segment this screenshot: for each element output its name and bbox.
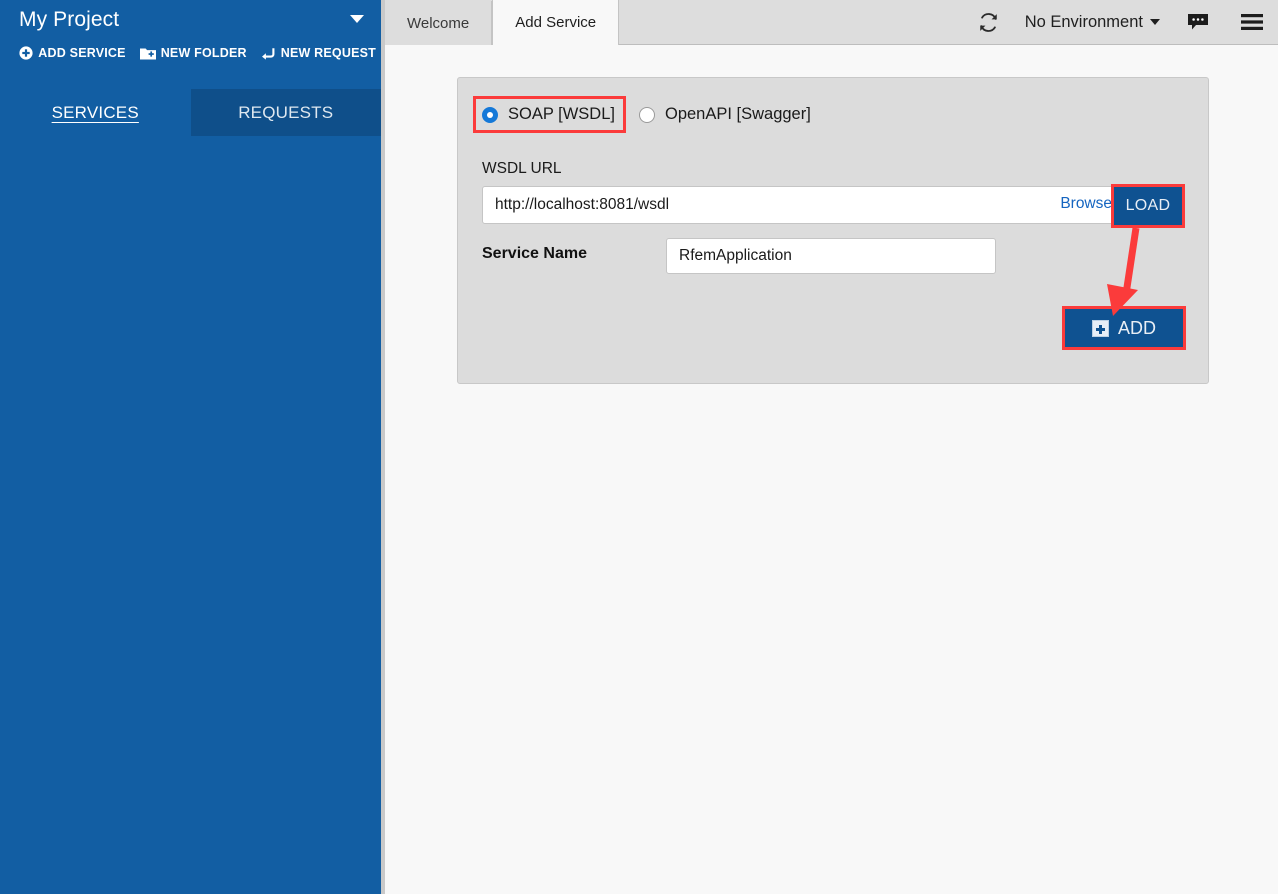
service-name-label: Service Name bbox=[482, 245, 587, 263]
service-name-value: RfemApplication bbox=[679, 247, 792, 265]
content-area: SOAP [WSDL] OpenAPI [Swagger] WSDL URL h… bbox=[385, 45, 1278, 894]
empty-content-region bbox=[385, 405, 1278, 894]
application-window: My Project ADD SERVICE bbox=[0, 0, 1278, 894]
wsdl-url-value: http://localhost:8081/wsdl bbox=[495, 196, 669, 214]
radio-option-openapi[interactable]: OpenAPI [Swagger] bbox=[639, 105, 811, 124]
chevron-down-icon[interactable] bbox=[350, 15, 364, 23]
radio-openapi-indicator bbox=[639, 107, 655, 123]
top-toolbar: Welcome Add Service No Environment bbox=[385, 0, 1278, 45]
services-tree-panel[interactable] bbox=[0, 136, 381, 894]
sidebar-tab-requests[interactable]: REQUESTS bbox=[191, 89, 382, 136]
toolbar-actions: No Environment bbox=[963, 0, 1278, 44]
radio-option-soap-label: SOAP [WSDL] bbox=[508, 105, 615, 124]
new-folder-label: NEW FOLDER bbox=[161, 46, 247, 60]
tab-welcome-label: Welcome bbox=[407, 15, 469, 32]
add-button[interactable]: ADD bbox=[1065, 309, 1183, 347]
wsdl-url-label: WSDL URL bbox=[482, 160, 562, 178]
page-title: My Project bbox=[19, 8, 119, 32]
radio-soap-indicator bbox=[482, 107, 498, 123]
wsdl-url-row: http://localhost:8081/wsdl Browse LOAD bbox=[482, 186, 1186, 224]
load-button-highlight: LOAD bbox=[1111, 184, 1185, 228]
sidebar-tab-services-label: SERVICES bbox=[52, 103, 139, 123]
plus-circle-icon bbox=[19, 46, 33, 60]
sidebar-tab-requests-label: REQUESTS bbox=[238, 103, 333, 123]
new-folder-button[interactable]: NEW FOLDER bbox=[140, 46, 247, 60]
plus-box-icon bbox=[1092, 320, 1109, 337]
tab-add-service-label: Add Service bbox=[515, 14, 596, 31]
sidebar: My Project ADD SERVICE bbox=[0, 0, 381, 894]
service-name-input[interactable]: RfemApplication bbox=[666, 238, 996, 274]
environment-label: No Environment bbox=[1025, 13, 1143, 32]
environment-selector[interactable]: No Environment bbox=[1015, 13, 1170, 32]
refresh-icon bbox=[977, 11, 1000, 34]
sidebar-tab-services[interactable]: SERVICES bbox=[0, 89, 191, 136]
folder-plus-icon bbox=[140, 47, 156, 60]
main-menu-button[interactable] bbox=[1226, 0, 1278, 44]
browse-link[interactable]: Browse bbox=[1060, 195, 1112, 213]
chevron-down-icon bbox=[1150, 19, 1160, 25]
project-header: My Project bbox=[0, 0, 381, 40]
sidebar-actions: ADD SERVICE NEW FOLDER bbox=[0, 46, 381, 60]
wsdl-url-input[interactable]: http://localhost:8081/wsdl bbox=[482, 186, 1130, 224]
add-service-button[interactable]: ADD SERVICE bbox=[19, 46, 125, 60]
new-request-label: NEW REQUEST bbox=[281, 46, 376, 60]
comment-icon bbox=[1187, 12, 1209, 32]
comments-button[interactable] bbox=[1170, 0, 1226, 44]
hamburger-menu-icon bbox=[1241, 13, 1263, 31]
tab-add-service[interactable]: Add Service bbox=[492, 0, 619, 45]
load-button[interactable]: LOAD bbox=[1114, 187, 1182, 225]
add-service-form-panel: SOAP [WSDL] OpenAPI [Swagger] WSDL URL h… bbox=[457, 77, 1209, 384]
sidebar-tabs: SERVICES REQUESTS bbox=[0, 89, 381, 136]
source-type-radio-group: SOAP [WSDL] OpenAPI [Swagger] bbox=[482, 105, 811, 124]
document-tabs: Welcome Add Service bbox=[385, 0, 619, 45]
refresh-button[interactable] bbox=[963, 0, 1015, 44]
radio-option-openapi-label: OpenAPI [Swagger] bbox=[665, 105, 811, 124]
arrow-return-icon bbox=[261, 47, 276, 60]
radio-option-soap[interactable]: SOAP [WSDL] bbox=[473, 96, 626, 133]
add-service-label: ADD SERVICE bbox=[38, 46, 125, 60]
add-button-highlight: ADD bbox=[1062, 306, 1186, 350]
new-request-button[interactable]: NEW REQUEST bbox=[261, 46, 376, 60]
tab-welcome[interactable]: Welcome bbox=[385, 1, 492, 45]
